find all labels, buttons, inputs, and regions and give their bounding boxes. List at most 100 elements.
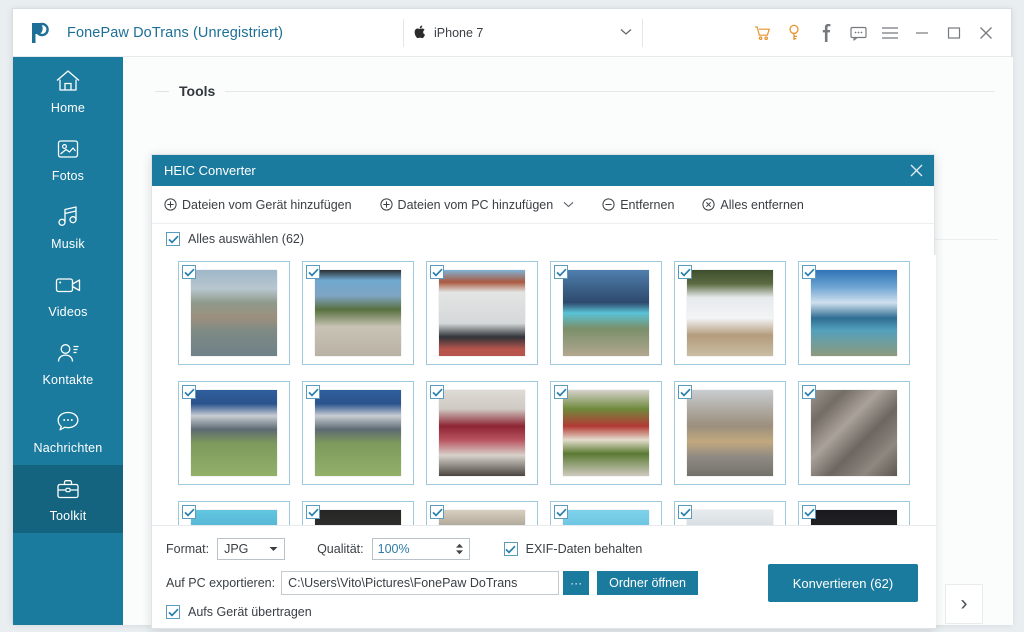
tools-section-header: Tools: [155, 83, 995, 99]
thumbnail-cell[interactable]: [550, 261, 662, 365]
export-path-input[interactable]: C:\Users\Vito\Pictures\FonePaw DoTrans: [281, 571, 560, 595]
tools-title: Tools: [179, 83, 216, 99]
photos-icon: [54, 135, 82, 163]
thumbnail-checkbox[interactable]: [554, 505, 568, 519]
button-label: Alles entfernen: [720, 197, 804, 212]
minimize-icon[interactable]: [907, 18, 937, 48]
thumbnail-image: [191, 390, 277, 476]
thumbnail-image: [439, 390, 525, 476]
menu-icon[interactable]: [875, 18, 905, 48]
dialog-title-bar: HEIC Converter: [152, 155, 934, 186]
minus-circle-icon: [602, 198, 615, 211]
format-label: Format:: [166, 542, 210, 556]
select-all-checkbox[interactable]: [166, 232, 180, 246]
sidebar-item-nachrichten[interactable]: Nachrichten: [13, 397, 123, 465]
thumbnail-checkbox[interactable]: [182, 385, 196, 399]
thumbnail-checkbox[interactable]: [802, 385, 816, 399]
chevron-down-icon[interactable]: [620, 27, 632, 39]
thumbnail-checkbox[interactable]: [306, 505, 320, 519]
remove-all-button[interactable]: Alles entfernen: [702, 197, 804, 212]
thumbnail-cell[interactable]: [302, 261, 414, 365]
thumbnail-checkbox[interactable]: [802, 265, 816, 279]
thumbnail-checkbox[interactable]: [306, 265, 320, 279]
thumbnail-checkbox[interactable]: [802, 505, 816, 519]
close-icon[interactable]: [909, 163, 924, 178]
thumbnail-checkbox[interactable]: [554, 265, 568, 279]
export-label: Auf PC exportieren:: [166, 576, 276, 590]
thumbnail-cell[interactable]: [550, 501, 662, 527]
browse-button[interactable]: ···: [563, 571, 590, 595]
stepper-arrows-icon[interactable]: [455, 543, 464, 555]
quality-value: 100%: [377, 542, 410, 556]
format-select[interactable]: JPG: [217, 538, 286, 560]
open-folder-button[interactable]: Ordner öffnen: [597, 571, 698, 595]
device-selector[interactable]: iPhone 7: [403, 19, 643, 47]
select-all-row: Alles auswählen (62): [152, 224, 934, 254]
chevron-down-icon[interactable]: [563, 199, 574, 211]
sidebar-item-toolkit[interactable]: Toolkit: [13, 465, 123, 533]
contacts-icon: [54, 339, 82, 367]
sidebar-item-label: Toolkit: [49, 509, 87, 523]
thumbnail-cell[interactable]: [798, 261, 910, 365]
exif-checkbox[interactable]: [503, 542, 518, 556]
thumbnail-grid-scroll[interactable]: [152, 255, 936, 527]
thumbnail-cell[interactable]: [302, 501, 414, 527]
thumbnail-cell[interactable]: [798, 501, 910, 527]
x-circle-icon: [702, 198, 716, 211]
sidebar-item-label: Kontakte: [42, 373, 94, 387]
thumbnail-checkbox[interactable]: [182, 265, 196, 279]
thumbnail-cell[interactable]: [674, 381, 786, 485]
quality-label: Qualität:: [317, 542, 364, 556]
thumbnail-cell[interactable]: [178, 261, 290, 365]
add-files-from-pc-button[interactable]: Dateien vom PC hinzufügen: [379, 198, 575, 212]
sidebar-item-musik[interactable]: Musik: [13, 193, 123, 261]
close-icon[interactable]: [971, 18, 1001, 48]
video-icon: [53, 271, 83, 299]
key-icon[interactable]: [779, 18, 809, 48]
thumbnail-checkbox[interactable]: [430, 385, 444, 399]
music-icon: [55, 203, 81, 231]
thumbnail-cell[interactable]: [550, 381, 662, 485]
quality-group: Qualität: 100%: [317, 538, 470, 560]
select-all-label: Alles auswählen (62): [188, 232, 305, 246]
remove-button[interactable]: Entfernen: [602, 198, 674, 212]
cart-icon[interactable]: [747, 18, 777, 48]
exif-label: EXIF-Daten behalten: [525, 542, 643, 556]
button-label: Dateien vom Gerät hinzufügen: [182, 197, 352, 212]
thumbnail-image: [563, 390, 649, 476]
thumbnail-cell[interactable]: [674, 261, 786, 365]
thumbnail-checkbox[interactable]: [430, 265, 444, 279]
thumbnail-cell[interactable]: [674, 501, 786, 527]
thumbnail-cell[interactable]: [302, 381, 414, 485]
thumbnail-cell[interactable]: [426, 501, 538, 527]
feedback-icon[interactable]: [843, 18, 873, 48]
convert-button[interactable]: Konvertieren (62): [768, 564, 918, 602]
thumbnail-cell[interactable]: [178, 501, 290, 527]
options-panel: Format: JPG Qualität: 100% EXIF-Daten be…: [152, 525, 936, 628]
thumbnail-checkbox[interactable]: [430, 505, 444, 519]
thumbnail-checkbox[interactable]: [554, 385, 568, 399]
chevron-down-icon: [269, 544, 278, 554]
sidebar-item-kontakte[interactable]: Kontakte: [13, 329, 123, 397]
thumbnail-cell[interactable]: [426, 261, 538, 365]
maximize-icon[interactable]: [939, 18, 969, 48]
sidebar-item-fotos[interactable]: Fotos: [13, 125, 123, 193]
thumbnail-cell[interactable]: [798, 381, 910, 485]
thumbnail-grid: [152, 255, 936, 527]
thumbnail-cell[interactable]: [426, 381, 538, 485]
thumbnail-checkbox[interactable]: [678, 505, 692, 519]
add-files-from-device-button[interactable]: Dateien vom Gerät hinzufügen: [164, 198, 352, 212]
thumbnail-checkbox[interactable]: [182, 505, 196, 519]
sidebar-item-home[interactable]: Home: [13, 57, 123, 125]
title-bar: FonePaw DoTrans (Unregistriert) iPhone 7: [13, 9, 1011, 57]
plus-circle-icon: [164, 198, 177, 211]
next-page-button[interactable]: ›: [945, 584, 983, 624]
thumbnail-checkbox[interactable]: [678, 265, 692, 279]
facebook-icon[interactable]: [811, 18, 841, 48]
sidebar-item-videos[interactable]: Videos: [13, 261, 123, 329]
thumbnail-cell[interactable]: [178, 381, 290, 485]
quality-stepper[interactable]: 100%: [371, 538, 470, 560]
transfer-to-device-checkbox[interactable]: [166, 605, 180, 619]
thumbnail-checkbox[interactable]: [306, 385, 320, 399]
thumbnail-checkbox[interactable]: [678, 385, 692, 399]
